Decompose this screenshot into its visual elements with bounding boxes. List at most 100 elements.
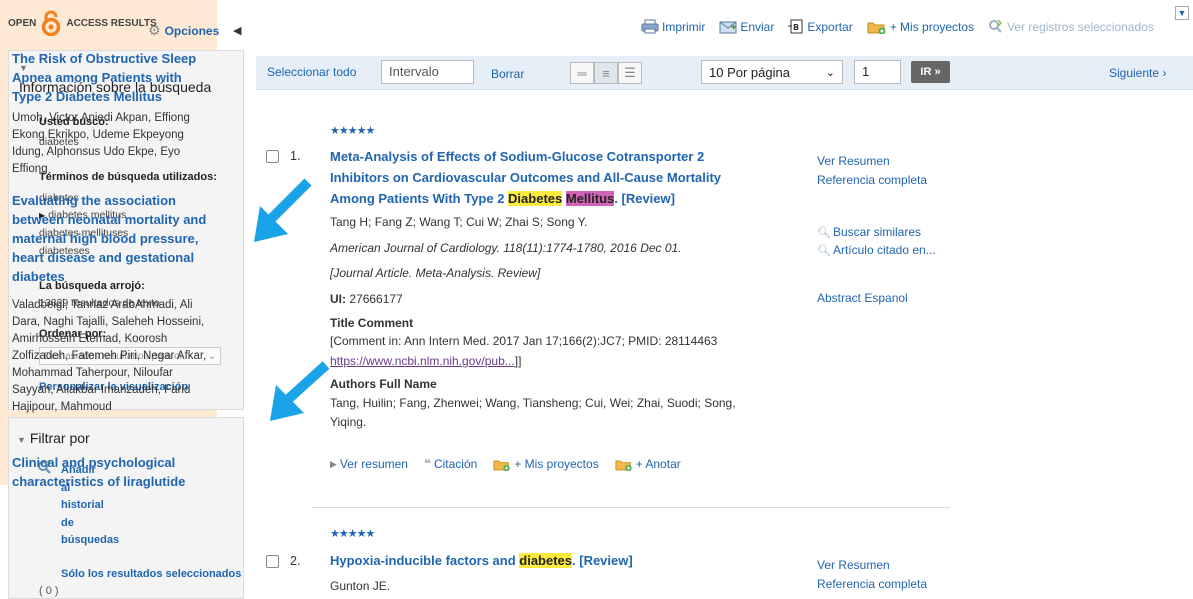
view-records-icon: [989, 19, 1003, 33]
title-line: Meta-Analysis of Effects of Sodium-Gluco…: [330, 149, 705, 164]
range-input[interactable]: Intervalo: [381, 60, 474, 84]
results-control-bar: Seleccionar todo Intervalo Borrar ═ ≡ ☰ …: [256, 56, 1193, 90]
opciones-label: Opciones: [164, 23, 220, 38]
annotate-button[interactable]: + Anotar: [615, 457, 681, 471]
title-line: Inhibitors on Cardiovascular Outcomes an…: [330, 170, 722, 185]
result-number: 2.: [290, 554, 301, 568]
filter-title-label: Filtrar por: [29, 430, 90, 446]
oa-item-title[interactable]: Evaluating the association between neona…: [12, 191, 208, 286]
result-authors: Tang H; Fang Z; Wang T; Cui W; Zhai S; S…: [330, 215, 588, 229]
oa-item-authors: Valadbeigi, Tannaz ArabAhmadi, Ali Dara,…: [12, 299, 207, 413]
print-button[interactable]: Imprimir: [641, 19, 705, 34]
view-expanded-button[interactable]: ☰: [618, 62, 642, 84]
result-title-link[interactable]: Hypoxia-inducible factors and diabetes. …: [330, 550, 633, 571]
top-toolbar: Imprimir Enviar B Exportar + Mis proyect…: [641, 19, 1168, 34]
highlight-term: diabetes: [519, 553, 573, 568]
buscar-similares-link[interactable]: 🔍︎ Buscar similares: [817, 225, 921, 239]
title-text: . [Review]: [614, 191, 675, 206]
title-comment-value: [Comment in: Ann Intern Med. 2017 Jan 17…: [330, 334, 718, 348]
authors-full-name-value: Tang, Huilin; Fang, Zhenwei; Wang, Tians…: [330, 396, 736, 410]
ver-resumen-link[interactable]: Ver Resumen: [817, 154, 890, 168]
view-standard-button[interactable]: ≡: [594, 62, 618, 84]
list-compact-icon: ═: [577, 65, 587, 81]
add-history-word: de: [61, 516, 74, 529]
ver-resumen-link[interactable]: Ver Resumen: [817, 558, 890, 572]
title-line: Among Patients With Type 2 Diabetes Mell…: [330, 188, 800, 209]
page-number-input[interactable]: 1: [854, 60, 901, 84]
result-actions: ▶ Ver resumen ❝ Citación + Mis proyectos +…: [330, 456, 691, 472]
ver-resumen-toggle[interactable]: ▶ Ver resumen: [330, 457, 408, 471]
add-to-projects-button[interactable]: + Mis proyectos: [493, 457, 599, 471]
search-similar-icon: 🔍︎: [817, 226, 831, 239]
expand-triangle-icon: ▶: [330, 458, 337, 469]
add-to-projects-label: + Mis proyectos: [514, 457, 599, 471]
result-pubtype: [Journal Article. Meta-Analysis. Review]: [330, 266, 541, 280]
my-projects-button[interactable]: + Mis proyectos: [867, 20, 974, 34]
rating-stars: ★★★★★: [330, 528, 375, 540]
quote-icon: ❝: [423, 456, 431, 471]
folder-annotate-icon: [615, 459, 632, 471]
rating-stars: ★★★★★: [330, 125, 375, 137]
bracket-close: ]]: [514, 354, 522, 368]
abstract-espanol-link[interactable]: Abstract Espanol: [817, 291, 908, 305]
folder-add-icon: [867, 22, 886, 34]
title-text: Hypoxia-inducible factors and: [330, 553, 520, 568]
oa-item-title[interactable]: Clinical and psychological characteristi…: [12, 453, 208, 491]
send-button[interactable]: Enviar: [719, 20, 774, 34]
result-authors: Gunton JE.: [330, 579, 391, 593]
clear-link[interactable]: Borrar: [491, 67, 524, 81]
collapse-triangle-icon: ▼: [17, 435, 26, 445]
per-page-value: 10 Por página: [709, 64, 790, 80]
view-compact-button[interactable]: ═: [570, 62, 594, 84]
title-text: . [Review]: [572, 553, 633, 568]
collapse-sidebar-icon[interactable]: ◀: [233, 24, 241, 37]
result-title-link[interactable]: Meta-Analysis of Effects of Sodium-Gluco…: [330, 146, 800, 209]
result-journal: American Journal of Cardiology. 118(11):…: [330, 241, 682, 255]
export-label: Exportar: [807, 19, 853, 34]
filter-title[interactable]: ▼ Filtrar por: [17, 430, 90, 446]
title-comment-label: Title Comment: [330, 316, 414, 330]
title-text: Among Patients With Type 2: [330, 191, 509, 206]
referencia-completa-link[interactable]: Referencia completa: [817, 173, 927, 187]
opciones-button[interactable]: ⚙ Opciones: [148, 22, 219, 39]
filter-panel: ▼ Filtrar por Añadir al historial de bús…: [8, 417, 244, 599]
add-history-word: búsquedas: [61, 534, 120, 546]
next-page-link[interactable]: Siguiente ›: [1109, 66, 1166, 80]
result-ui: UI: 27666177: [330, 292, 403, 306]
open-access-panel: OPEN ACCESS RESULTS ▼ The Risk of Obstru…: [0, 0, 1189, 491]
result-divider: [312, 507, 950, 508]
list-expanded-icon: ☰: [624, 65, 636, 80]
export-icon: B: [788, 19, 803, 34]
citation-label: Citación: [433, 457, 478, 471]
result-checkbox[interactable]: [266, 555, 279, 568]
export-button[interactable]: B Exportar: [788, 19, 853, 34]
referencia-completa-link[interactable]: Referencia completa: [817, 577, 927, 591]
svg-text:B: B: [793, 23, 799, 32]
chevron-down-icon: ⌄: [825, 66, 835, 79]
buscar-similares-label: Buscar similares: [832, 225, 921, 239]
oa-access-results-text: ACCESS RESULTS: [66, 17, 157, 29]
per-page-select[interactable]: 10 Por página ⌄: [701, 60, 843, 84]
view-selected-button[interactable]: Ver registros seleccionados: [988, 19, 1154, 34]
result-checkbox[interactable]: [266, 150, 279, 163]
print-label: Imprimir: [662, 19, 706, 34]
add-history-word: historial: [61, 499, 104, 511]
pubmed-link[interactable]: https://www.ncbi.nlm.nih.gov/pub...: [330, 354, 515, 368]
oa-item-title[interactable]: The Risk of Obstructive Sleep Apnea amon…: [12, 49, 208, 106]
result-number: 1.: [290, 149, 301, 163]
annotation-arrow-icon: [270, 361, 330, 421]
view-selected-label: Ver registros seleccionados: [1007, 19, 1154, 34]
select-all-link[interactable]: Seleccionar todo: [267, 65, 356, 79]
articulo-citado-link[interactable]: 🔍︎ Artículo citado en...: [817, 243, 936, 257]
oa-open-text: OPEN: [8, 17, 37, 29]
search-cited-icon: 🔍︎: [817, 244, 831, 257]
only-selected-link[interactable]: Sólo los resultados seleccionados: [61, 568, 241, 580]
open-access-header: OPEN ACCESS RESULTS: [8, 10, 157, 36]
highlight-term: Mellitus: [565, 191, 615, 206]
list-standard-icon: ≡: [602, 65, 610, 81]
open-access-lock-icon: [42, 10, 61, 36]
folder-add-icon: [493, 459, 510, 471]
citation-button[interactable]: ❝ Citación: [424, 456, 477, 472]
annotate-label: + Anotar: [635, 457, 681, 471]
go-button[interactable]: IR »: [911, 61, 950, 83]
